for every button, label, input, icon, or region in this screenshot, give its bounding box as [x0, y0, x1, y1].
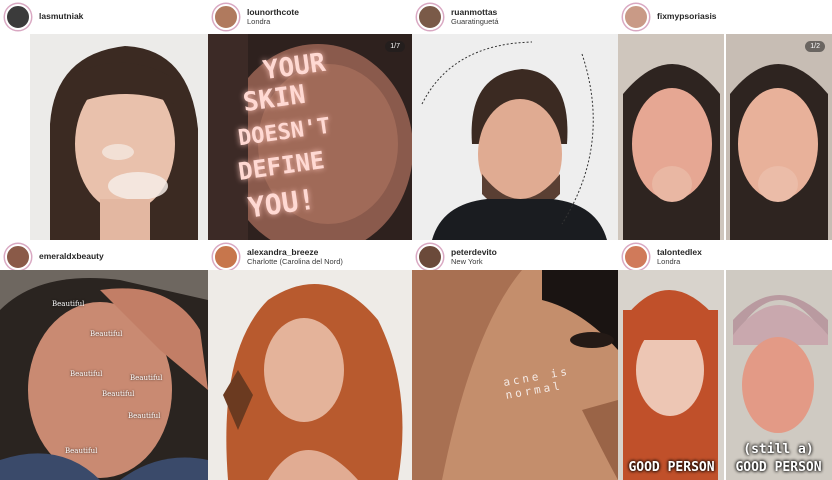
avatar[interactable] — [213, 4, 239, 30]
post-header-ruanmottas: ruanmottas Guaratinguetá — [412, 0, 618, 34]
caption-left: GOOD PERSON — [628, 460, 715, 475]
post-header-alexandra-breeze: alexandra_breeze Charlotte (Carolina del… — [208, 240, 412, 274]
post-photo-alexandra-breeze[interactable] — [208, 270, 412, 480]
post-photo-lounorthcote[interactable]: YOUR SKIN DOESN'T DEFINE YOU! 1/7 — [208, 34, 412, 240]
beautiful-label: Beautiful — [130, 374, 163, 382]
post-header-lounorthcote: lounorthcote Londra — [208, 0, 412, 34]
carousel-counter: 1/7 — [385, 41, 405, 52]
post-photo-lasmutniak[interactable] — [30, 34, 208, 240]
location[interactable]: Londra — [657, 257, 702, 267]
post-header-fixmypsoriasis: fixmypsoriasis — [618, 0, 832, 34]
post-header-lasmutniak: lasmutniak — [0, 0, 208, 34]
avatar[interactable] — [623, 244, 649, 270]
location[interactable]: Londra — [247, 17, 299, 27]
username[interactable]: emeraldxbeauty — [39, 251, 104, 262]
post-photo-emeraldxbeauty[interactable]: Beautiful Beautiful Beautiful Beautiful … — [0, 270, 208, 480]
location[interactable]: New York — [451, 257, 497, 267]
beautiful-label: Beautiful — [65, 447, 98, 455]
avatar[interactable] — [623, 4, 649, 30]
beautiful-label: Beautiful — [90, 330, 123, 338]
post-header-emeraldxbeauty: emeraldxbeauty — [0, 240, 208, 274]
caption-right-bottom: GOOD PERSON — [735, 460, 822, 475]
username[interactable]: lasmutniak — [39, 11, 83, 22]
avatar[interactable] — [5, 4, 31, 30]
post-header-talontedlex: talontedlex Londra — [618, 240, 832, 274]
avatar[interactable] — [417, 244, 443, 270]
split-portrait-image — [618, 34, 832, 240]
post-photo-talontedlex[interactable]: GOOD PERSON (still a) GOOD PERSON — [618, 270, 832, 480]
caption-right-top: (still a) — [743, 442, 814, 457]
location[interactable]: Charlotte (Carolina del Nord) — [247, 257, 343, 267]
beautiful-label: Beautiful — [102, 390, 135, 398]
post-photo-peterdevito[interactable]: acne is normal — [412, 270, 618, 480]
portrait-image — [412, 34, 618, 240]
avatar[interactable] — [213, 244, 239, 270]
carousel-counter: 1/2 — [805, 41, 825, 52]
avatar[interactable] — [5, 244, 31, 270]
post-header-peterdevito: peterdevito New York — [412, 240, 618, 274]
beautiful-label: Beautiful — [52, 300, 85, 308]
avatar[interactable] — [417, 4, 443, 30]
portrait-image — [208, 270, 412, 480]
location[interactable]: Guaratinguetá — [451, 17, 499, 27]
portrait-image — [30, 34, 208, 240]
post-photo-fixmypsoriasis[interactable]: 1/2 — [618, 34, 832, 240]
portrait-image — [0, 270, 208, 480]
username[interactable]: fixmypsoriasis — [657, 11, 717, 22]
beautiful-label: Beautiful — [70, 370, 103, 378]
beautiful-label: Beautiful — [128, 412, 161, 420]
post-photo-ruanmottas[interactable] — [412, 34, 618, 240]
